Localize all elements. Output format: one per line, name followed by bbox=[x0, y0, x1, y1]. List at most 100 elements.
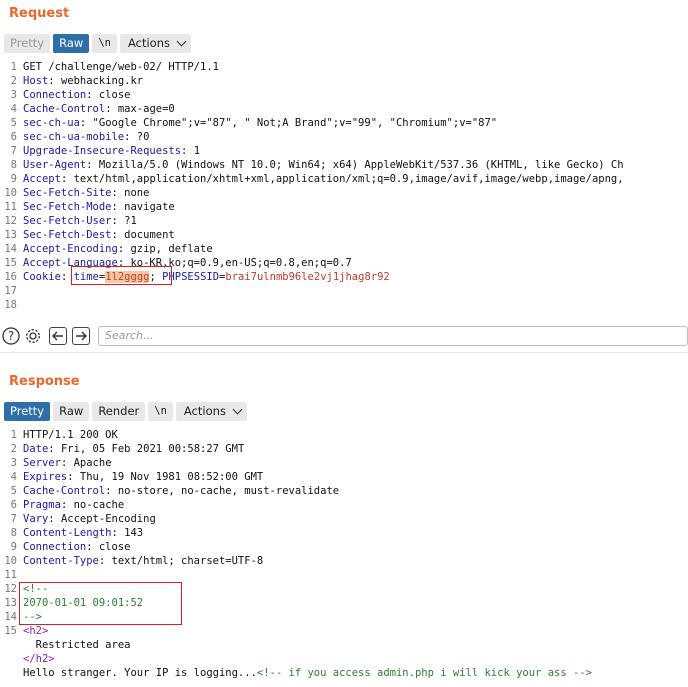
response-title: Response bbox=[9, 374, 80, 389]
settings-gear-icon[interactable] bbox=[24, 327, 42, 345]
line-number: 14 bbox=[4, 611, 17, 623]
code-token: User-Agent bbox=[23, 159, 87, 171]
help-icon[interactable]: ? bbox=[2, 327, 20, 345]
line-number: 13 bbox=[4, 597, 17, 609]
code-token: : text/html,application/xhtml+xml,applic… bbox=[60, 173, 624, 185]
line-number: 9 bbox=[10, 173, 17, 185]
actions-dropdown[interactable]: Actions bbox=[119, 33, 191, 53]
actions-label: Actions bbox=[183, 403, 226, 418]
line-content: Host: webhacking.kr bbox=[23, 74, 143, 88]
line-number: 4 bbox=[10, 471, 17, 483]
code-token: : Fri, 05 Feb 2021 00:58:27 GMT bbox=[48, 443, 245, 455]
code-token: brai7ulnmb96le2vj1jhag8r92 bbox=[225, 271, 390, 283]
line-content: Connection: close bbox=[23, 540, 130, 554]
code-token: Content-Type bbox=[23, 555, 99, 567]
tab-pretty[interactable]: Pretty bbox=[4, 401, 51, 421]
code-token: Sec-Fetch-Site bbox=[23, 187, 112, 199]
code-token: : max-age=0 bbox=[105, 103, 175, 115]
back-arrow-icon[interactable] bbox=[49, 327, 67, 345]
code-token: Pragma bbox=[23, 499, 61, 511]
code-token: : webhacking.kr bbox=[48, 75, 144, 87]
line-number: 11 bbox=[4, 569, 17, 581]
code-token: : "Google Chrome";v="87", " Not;A Brand"… bbox=[79, 117, 498, 129]
line-number: 16 bbox=[4, 271, 17, 283]
code-token: Expires bbox=[23, 471, 68, 483]
line-content: Accept: text/html,application/xhtml+xml,… bbox=[23, 172, 624, 186]
line-number: 13 bbox=[4, 229, 17, 241]
code-token: Sec-Fetch-Dest bbox=[23, 229, 112, 241]
line-number: 6 bbox=[10, 131, 17, 143]
line-content: Pragma: no-cache bbox=[23, 498, 124, 512]
code-token: : none bbox=[111, 187, 150, 199]
code-token: : gzip, deflate bbox=[117, 243, 213, 255]
request-title: Request bbox=[9, 6, 70, 21]
code-token: Cache-Control bbox=[23, 103, 106, 115]
code-token: Cookie bbox=[23, 271, 61, 283]
code-token: : no-store, no-cache, must-revalidate bbox=[105, 485, 340, 497]
actions-dropdown[interactable]: Actions bbox=[175, 401, 247, 421]
line-content: Hello stranger. Your IP is logging...<!-… bbox=[23, 666, 592, 680]
line-number: 17 bbox=[4, 285, 17, 297]
code-token: : Accept-Encoding bbox=[48, 513, 156, 525]
code-token: : ?0 bbox=[124, 131, 150, 143]
line-content: Connection: close bbox=[23, 88, 130, 102]
comment-highlight-box bbox=[19, 582, 182, 625]
line-number: 2 bbox=[10, 75, 17, 87]
line-content: Vary: Accept-Encoding bbox=[23, 512, 156, 526]
line-number: 8 bbox=[10, 527, 17, 539]
line-number: 4 bbox=[10, 103, 17, 115]
code-token: : document bbox=[111, 229, 175, 241]
line-content: HTTP/1.1 200 OK bbox=[23, 428, 118, 442]
tab-pretty[interactable]: Pretty bbox=[4, 33, 51, 53]
line-content: <h2> bbox=[23, 624, 48, 638]
line-number: 5 bbox=[10, 117, 17, 129]
code-token: HTTP/1.1 200 OK bbox=[23, 429, 118, 441]
line-content: Server: Apache bbox=[23, 456, 112, 470]
line-content: Content-Length: 143 bbox=[23, 526, 143, 540]
code-token: : navigate bbox=[111, 201, 175, 213]
svg-text:?: ? bbox=[8, 329, 14, 343]
line-content: User-Agent: Mozilla/5.0 (Windows NT 10.0… bbox=[23, 158, 624, 172]
tab-render[interactable]: Render bbox=[92, 401, 146, 421]
line-content: Content-Type: text/html; charset=UTF-8 bbox=[23, 554, 263, 568]
newline-toggle[interactable]: \n bbox=[148, 401, 173, 421]
code-token: : Mozilla/5.0 (Windows NT 10.0; Win64; x… bbox=[86, 159, 624, 171]
code-token: Content-Length bbox=[23, 527, 112, 539]
code-token: Vary bbox=[23, 513, 49, 525]
request-tabs: Pretty Raw \n Actions bbox=[4, 33, 191, 53]
search-input[interactable]: Search... bbox=[98, 326, 688, 346]
line-number: 3 bbox=[10, 89, 17, 101]
line-content: Sec-Fetch-Dest: document bbox=[23, 228, 175, 242]
panel-divider bbox=[0, 352, 688, 353]
newline-toggle[interactable]: \n bbox=[92, 33, 117, 53]
line-number: 1 bbox=[10, 429, 17, 441]
code-token: </h2> bbox=[23, 653, 55, 665]
line-number: 9 bbox=[10, 541, 17, 553]
tab-raw[interactable]: Raw bbox=[53, 401, 90, 421]
request-search-bar: ? Search... bbox=[0, 323, 688, 349]
chevron-down-icon bbox=[176, 36, 187, 46]
line-number: 2 bbox=[10, 443, 17, 455]
cookie-highlight-box bbox=[71, 266, 172, 285]
forward-arrow-icon[interactable] bbox=[72, 327, 90, 345]
response-tabs: Pretty Raw Render \n Actions bbox=[4, 401, 247, 421]
line-number: 12 bbox=[4, 583, 17, 595]
code-token: <h2> bbox=[23, 625, 49, 637]
response-editor[interactable]: 1 HTTP/1.1 200 OK 2 Date: Fri, 05 Feb 2021 … bbox=[0, 426, 688, 687]
code-token: Hello stranger. Your IP is logging... bbox=[23, 667, 257, 679]
code-token: Date bbox=[23, 443, 49, 455]
line-number: 18 bbox=[4, 299, 17, 311]
code-token: sec-ch-ua-mobile bbox=[23, 131, 125, 143]
line-content: </h2> bbox=[23, 652, 55, 666]
tab-raw[interactable]: Raw bbox=[53, 33, 90, 53]
line-number: 8 bbox=[10, 159, 17, 171]
line-number: 12 bbox=[4, 215, 17, 227]
line-content: sec-ch-ua: "Google Chrome";v="87", " Not… bbox=[23, 116, 497, 130]
line-content: GET /challenge/web-02/ HTTP/1.1 bbox=[23, 60, 219, 74]
code-token: GET /challenge/web-02/ HTTP/1.1 bbox=[23, 61, 219, 73]
line-content: sec-ch-ua-mobile: ?0 bbox=[23, 130, 149, 144]
code-token: Server bbox=[23, 457, 61, 469]
line-content: Upgrade-Insecure-Requests: 1 bbox=[23, 144, 200, 158]
code-token: Accept-Encoding bbox=[23, 243, 118, 255]
code-token: Connection bbox=[23, 89, 87, 101]
